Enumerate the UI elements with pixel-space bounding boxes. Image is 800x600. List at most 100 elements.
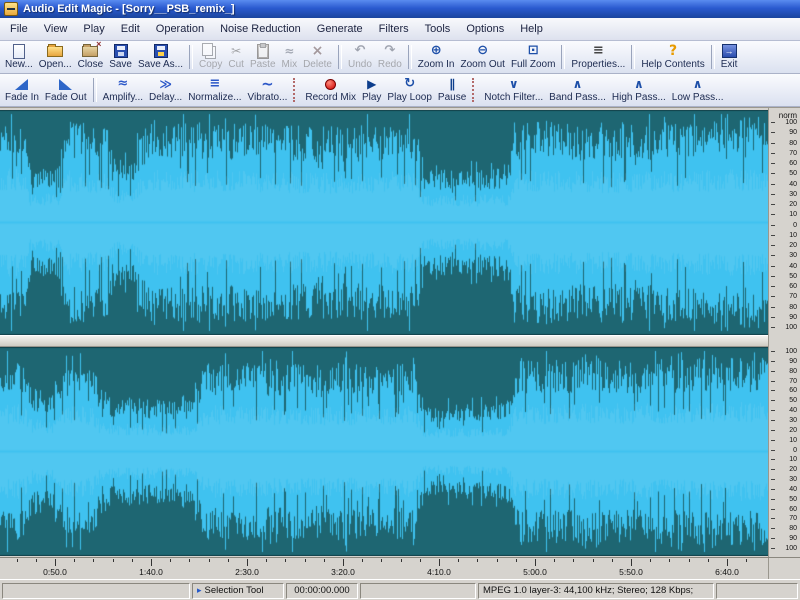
timeline-tick bbox=[209, 559, 210, 562]
play-icon: ▶ bbox=[362, 76, 381, 92]
channel-splitter[interactable] bbox=[0, 335, 768, 347]
timeline-ruler[interactable]: 0:50.01:40.02:30.03:20.04:10.05:00.05:50… bbox=[0, 557, 800, 579]
low-pass-button[interactable]: ∧Low Pass... bbox=[669, 75, 727, 105]
toolbar-effects: Fade InFade Out ≈Amplify...≫Delay...≡Norm… bbox=[0, 74, 800, 107]
scale-tick bbox=[771, 420, 775, 421]
timeline-tick bbox=[151, 559, 152, 566]
button-label: Help Contents bbox=[641, 59, 704, 71]
timeline-tick bbox=[708, 559, 709, 562]
status-panel-right bbox=[716, 583, 798, 599]
save-as-disk-icon bbox=[138, 43, 183, 59]
scale-label: 90 bbox=[789, 314, 797, 321]
timeline-tick bbox=[362, 559, 363, 562]
fade-out-button[interactable]: Fade Out bbox=[42, 75, 90, 105]
delay-button[interactable]: ≫Delay... bbox=[146, 75, 185, 105]
close-button[interactable]: Close bbox=[75, 42, 107, 72]
menu-noise-reduction[interactable]: Noise Reduction bbox=[212, 20, 309, 38]
timeline-tick bbox=[650, 559, 651, 562]
new-button[interactable]: New... bbox=[2, 42, 36, 72]
scale-tick bbox=[771, 548, 775, 549]
menu-play[interactable]: Play bbox=[75, 20, 112, 38]
menu-edit[interactable]: Edit bbox=[113, 20, 148, 38]
scale-tick bbox=[771, 450, 775, 451]
full-zoom-button[interactable]: ⊡Full Zoom bbox=[508, 42, 558, 72]
button-label: Open... bbox=[39, 59, 72, 71]
toolbar-main: New...Open...CloseSaveSave As...Copy✂Cut… bbox=[0, 41, 800, 74]
scale-tick bbox=[771, 255, 775, 256]
save-button[interactable]: Save bbox=[106, 42, 135, 72]
delay-icon: ≫ bbox=[149, 76, 182, 92]
timeline-corner-box bbox=[768, 558, 800, 579]
scale-tick bbox=[771, 235, 775, 236]
toolbar-separator bbox=[408, 45, 412, 69]
button-label: Delete bbox=[303, 59, 332, 71]
zoom-out-icon: ⊖ bbox=[460, 43, 504, 59]
timeline-tick bbox=[573, 559, 574, 562]
record-icon bbox=[305, 76, 356, 92]
high-pass-button[interactable]: ∧High Pass... bbox=[609, 75, 669, 105]
scale-label: 50 bbox=[789, 170, 797, 177]
toolbar-separator bbox=[711, 45, 715, 69]
scale-label: 20 bbox=[789, 466, 797, 473]
help-icon: ? bbox=[641, 43, 704, 59]
button-label: Mix bbox=[282, 59, 298, 71]
properties-button[interactable]: ≡Properties... bbox=[568, 42, 628, 72]
scale-tick bbox=[771, 296, 775, 297]
button-label: Properties... bbox=[571, 59, 625, 71]
normalize-button[interactable]: ≡Normalize... bbox=[185, 75, 244, 105]
record-mix-button[interactable]: Record Mix bbox=[302, 75, 359, 105]
scale-tick bbox=[771, 307, 775, 308]
exit-button[interactable]: →Exit bbox=[718, 42, 741, 72]
notch-filter-button[interactable]: ∨Notch Filter... bbox=[481, 75, 546, 105]
vibrato-button[interactable]: ~Vibrato... bbox=[245, 75, 291, 105]
band-pass-icon: ∧ bbox=[549, 76, 606, 92]
waveform-left-channel[interactable] bbox=[0, 110, 768, 335]
menu-generate[interactable]: Generate bbox=[309, 20, 371, 38]
play-loop-icon: ↻ bbox=[387, 76, 431, 92]
scale-tick bbox=[771, 479, 775, 480]
button-label: Amplify... bbox=[103, 92, 143, 104]
timeline-tick bbox=[305, 559, 306, 562]
band-pass-button[interactable]: ∧Band Pass... bbox=[546, 75, 609, 105]
scale-label: 10 bbox=[789, 232, 797, 239]
menu-view[interactable]: View bbox=[36, 20, 76, 38]
scale-label: 80 bbox=[789, 525, 797, 532]
open-button[interactable]: Open... bbox=[36, 42, 75, 72]
save-as-button[interactable]: Save As... bbox=[135, 42, 186, 72]
zoom-out-button[interactable]: ⊖Zoom Out bbox=[457, 42, 507, 72]
menu-operation[interactable]: Operation bbox=[148, 20, 212, 38]
scale-tick bbox=[771, 276, 775, 277]
timeline-label: 2:30.0 bbox=[225, 567, 269, 577]
high-pass-icon: ∧ bbox=[612, 76, 666, 92]
notch-filter-icon: ∨ bbox=[484, 76, 543, 92]
scale-tick bbox=[771, 499, 775, 500]
fade-in-button[interactable]: Fade In bbox=[2, 75, 42, 105]
menu-filters[interactable]: Filters bbox=[371, 20, 417, 38]
timeline-label: 3:20.0 bbox=[321, 567, 365, 577]
toolbar-grip bbox=[293, 78, 299, 102]
scale-tick bbox=[771, 225, 775, 226]
scale-tick bbox=[771, 245, 775, 246]
title-bar: Audio Edit Magic - [Sorry__PSB_remix_] bbox=[0, 0, 800, 18]
status-panel-empty bbox=[2, 583, 190, 599]
scale-label: 30 bbox=[789, 252, 797, 259]
play-button[interactable]: ▶Play bbox=[359, 75, 384, 105]
timeline-tick bbox=[189, 559, 190, 562]
button-label: Play bbox=[362, 92, 381, 104]
scale-tick bbox=[771, 122, 775, 123]
menu-tools[interactable]: Tools bbox=[417, 20, 459, 38]
scale-tick bbox=[771, 266, 775, 267]
menu-file[interactable]: File bbox=[2, 20, 36, 38]
help-contents-button[interactable]: ?Help Contents bbox=[638, 42, 707, 72]
timeline-tick bbox=[285, 559, 286, 562]
waveform-right-channel[interactable] bbox=[0, 347, 768, 556]
menu-options[interactable]: Options bbox=[458, 20, 512, 38]
timeline-tick bbox=[343, 559, 344, 566]
amplify-button[interactable]: ≈Amplify... bbox=[100, 75, 146, 105]
zoom-in-button[interactable]: ⊕Zoom In bbox=[415, 42, 458, 72]
scale-label: 20 bbox=[789, 427, 797, 434]
pause-button[interactable]: ∥Pause bbox=[435, 75, 469, 105]
scale-label: 50 bbox=[789, 273, 797, 280]
play-loop-button[interactable]: ↻Play Loop bbox=[384, 75, 434, 105]
menu-help[interactable]: Help bbox=[512, 20, 551, 38]
